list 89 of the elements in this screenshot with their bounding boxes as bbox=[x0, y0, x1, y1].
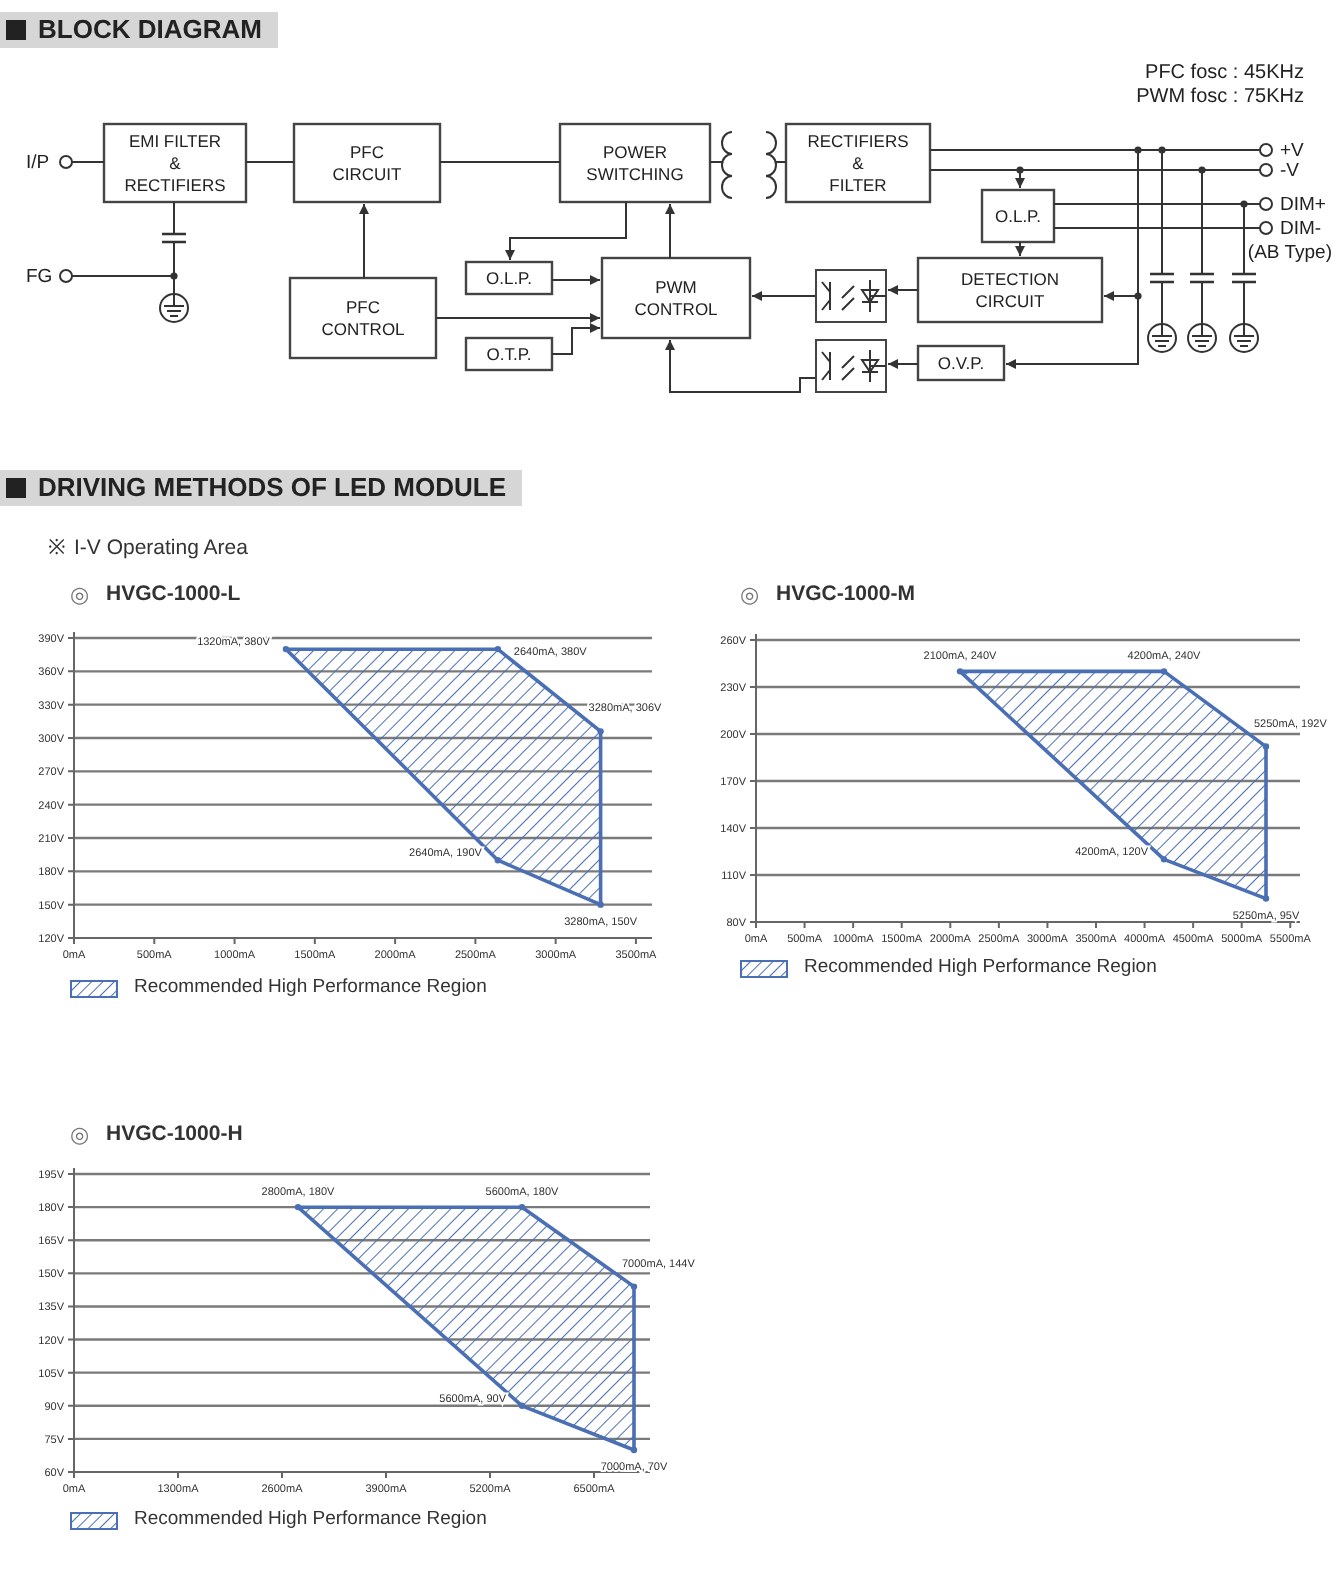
chart-title: HVGC-1000-M bbox=[776, 580, 915, 611]
optocoupler-icon bbox=[815, 269, 887, 323]
diagram-block: POWER SWITCHING bbox=[558, 122, 712, 204]
connector-line bbox=[439, 161, 561, 163]
legend-label: Recommended High Performance Region bbox=[134, 1506, 487, 1534]
diagram-block: PFC CIRCUIT bbox=[292, 122, 442, 204]
terminal-note: (AB Type) bbox=[1247, 242, 1332, 264]
terminal-label: DIM+ bbox=[1280, 194, 1326, 216]
connector-line bbox=[1243, 281, 1245, 325]
junction-dot bbox=[1016, 166, 1024, 174]
frequency-note: PFC fosc : 45KHz bbox=[1145, 62, 1304, 84]
data-point bbox=[294, 1203, 302, 1211]
ground-icon bbox=[1229, 323, 1259, 353]
chart-title: HVGC-1000-H bbox=[106, 1119, 243, 1150]
data-point bbox=[597, 728, 604, 736]
capacitor-icon bbox=[1230, 272, 1258, 284]
connector-line bbox=[775, 161, 787, 163]
data-point bbox=[494, 646, 502, 653]
junction-dot bbox=[170, 272, 178, 280]
connector-line bbox=[245, 161, 295, 163]
circle-mark: ◎ bbox=[70, 1121, 90, 1151]
ground-icon bbox=[1187, 323, 1217, 353]
diagram-block: PFC CONTROL bbox=[288, 276, 438, 360]
data-point bbox=[597, 901, 604, 909]
arrow bbox=[887, 285, 919, 295]
section-heading: DRIVING METHODS OF LED MODULE bbox=[38, 472, 506, 504]
legend-swatch-icon bbox=[70, 1511, 118, 1530]
capacitor-icon bbox=[1188, 272, 1216, 284]
data-point bbox=[1262, 895, 1270, 903]
diagram-block: DETECTION CIRCUIT bbox=[916, 256, 1104, 324]
diagram-block: RECTIFIERS & FILTER bbox=[784, 122, 932, 204]
data-point bbox=[1262, 743, 1270, 751]
junction-dot bbox=[1158, 146, 1166, 154]
square-bullet-icon bbox=[6, 20, 26, 40]
circle-mark: ◎ bbox=[740, 581, 760, 612]
diagram-block: O.L.P. bbox=[980, 188, 1056, 244]
legend-swatch-icon bbox=[740, 959, 788, 978]
connector-line bbox=[71, 161, 105, 163]
terminal-label: -V bbox=[1280, 160, 1299, 182]
diagram-block: EMI FILTER & RECTIFIERS bbox=[102, 122, 248, 204]
data-point bbox=[518, 1402, 526, 1409]
data-point bbox=[494, 857, 502, 864]
junction-dot bbox=[1134, 146, 1142, 154]
junction-dot bbox=[1240, 200, 1248, 208]
square-bullet-icon bbox=[6, 478, 26, 498]
arrow bbox=[551, 275, 601, 285]
terminal-label: DIM- bbox=[1280, 218, 1322, 240]
arrow bbox=[359, 203, 369, 279]
arrow bbox=[887, 359, 919, 369]
legend-label: Recommended High Performance Region bbox=[804, 954, 1157, 983]
data-point bbox=[630, 1283, 638, 1290]
section-heading: BLOCK DIAGRAM bbox=[38, 14, 262, 46]
terminal-icon bbox=[59, 269, 73, 283]
subtitle: I-V Operating Area bbox=[74, 534, 248, 564]
connector-line bbox=[1161, 281, 1163, 325]
data-point bbox=[956, 668, 964, 676]
terminal-icon bbox=[59, 155, 73, 169]
data-point bbox=[630, 1446, 638, 1454]
transformer-icon bbox=[721, 131, 777, 199]
data-point bbox=[1160, 668, 1168, 676]
reference-mark: ※ bbox=[48, 534, 66, 564]
ground-icon bbox=[1147, 323, 1177, 353]
diagram-block: O.T.P. bbox=[464, 336, 554, 372]
data-point bbox=[1160, 856, 1168, 864]
terminal-label: I/P bbox=[26, 152, 50, 174]
connector-line bbox=[173, 201, 175, 235]
data-point bbox=[518, 1203, 526, 1211]
junction-dot bbox=[1198, 166, 1206, 174]
connector-line bbox=[709, 161, 723, 163]
optocoupler-icon bbox=[815, 339, 887, 393]
diagram-block: O.V.P. bbox=[916, 344, 1006, 382]
diagram-block: O.L.P. bbox=[464, 260, 554, 296]
capacitor-icon bbox=[160, 232, 188, 244]
diagram-block: PWM CONTROL bbox=[600, 256, 752, 340]
terminal-label: FG bbox=[26, 266, 53, 288]
ground-icon bbox=[159, 293, 189, 323]
connector-line bbox=[1201, 281, 1203, 325]
capacitor-icon bbox=[1148, 272, 1176, 284]
data-point bbox=[282, 646, 290, 653]
arrow bbox=[665, 203, 675, 259]
legend-swatch-icon bbox=[70, 979, 118, 998]
chart-title: HVGC-1000-L bbox=[106, 580, 241, 611]
frequency-note: PWM fosc : 75KHz bbox=[1136, 86, 1304, 108]
arrow bbox=[505, 201, 627, 261]
legend-label: Recommended High Performance Region bbox=[134, 974, 487, 1003]
junction-dot bbox=[1134, 292, 1142, 300]
terminal-label: +V bbox=[1280, 140, 1304, 162]
arrow bbox=[751, 291, 817, 301]
circle-mark: ◎ bbox=[70, 581, 90, 612]
